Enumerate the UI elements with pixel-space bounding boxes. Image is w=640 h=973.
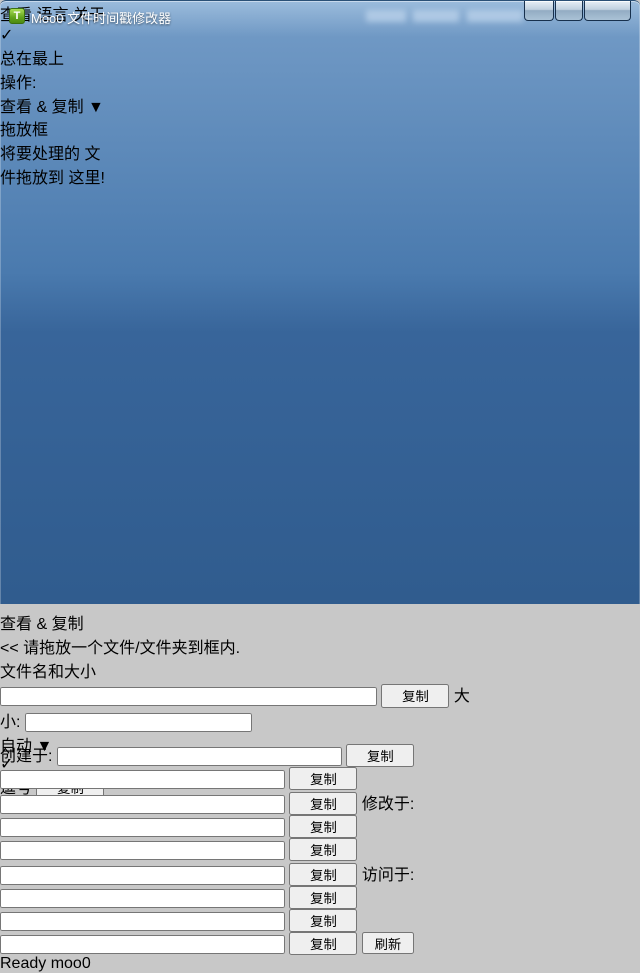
copy-modified-3-button[interactable]: 复制	[289, 863, 357, 886]
client-area: 查看 语言 关于 ✓ 总在最上 操作: 查看 & 复制 ▼ 拖放框 将要处理的 …	[0, 1, 640, 973]
refresh-button[interactable]: 刷新	[362, 932, 414, 954]
modified-section-label: 修改于:	[362, 796, 414, 813]
copy-created-2-button[interactable]: 复制	[289, 767, 357, 790]
created-input-2[interactable]	[0, 770, 285, 789]
copy-modified-2-button[interactable]: 复制	[289, 838, 357, 861]
modified-input-1[interactable]	[0, 818, 285, 837]
redacted-text	[366, 10, 406, 22]
copy-accessed-2-button[interactable]: 复制	[289, 909, 357, 932]
panel-instruction: << 请拖放一个文件/文件夹到框内.	[0, 634, 640, 658]
accessed-input-1[interactable]	[0, 889, 285, 908]
dropzone-group-label: 拖放框	[0, 122, 48, 139]
close-button[interactable]	[584, 1, 631, 21]
filename-size-group-label: 文件名和大小	[0, 664, 96, 681]
operation-value: 查看 & 复制	[0, 99, 84, 116]
operation-select[interactable]: 查看 & 复制 ▼	[0, 93, 470, 116]
maximize-button[interactable]	[555, 1, 583, 21]
created-input-1[interactable]	[57, 747, 342, 766]
minimize-button[interactable]	[524, 1, 554, 21]
created-input-3[interactable]	[0, 795, 285, 814]
titlebar[interactable]: T Moo0 文件时间戳修改器	[0, 1, 640, 31]
modified-input-2[interactable]	[0, 841, 285, 860]
filename-size-group: 文件名和大小 复制 大小: 自动 ▼ ✓ 逗号 复制	[0, 658, 477, 742]
app-window: T Moo0 文件时间戳修改器 查看 语言 关于 ✓ 总在最上 操作	[0, 0, 640, 604]
panel-heading: 查看 & 复制	[0, 610, 640, 634]
accessed-input-3[interactable]	[0, 935, 285, 954]
copy-filename-button[interactable]: 复制	[381, 684, 449, 708]
accessed-section-label: 访问于:	[362, 867, 414, 884]
copy-accessed-3-button[interactable]: 复制	[289, 932, 357, 955]
created-section-label: 创建于:	[0, 748, 52, 765]
main-panel: 查看 & 复制 << 请拖放一个文件/文件夹到框内. 文件名和大小 复制 大小:…	[0, 610, 640, 955]
copy-accessed-1-button[interactable]: 复制	[289, 886, 357, 909]
dropzone-hint: 将要处理的 文件拖放到 这里!	[0, 140, 107, 188]
accessed-input-2[interactable]	[0, 912, 285, 931]
window-controls	[524, 1, 631, 21]
dropzone-groupbox[interactable]: 拖放框 将要处理的 文件拖放到 这里!	[0, 116, 107, 610]
redacted-text	[413, 10, 459, 22]
moo0-link[interactable]: moo0	[51, 955, 91, 972]
copy-created-3-button[interactable]: 复制	[289, 792, 357, 815]
copy-created-1-button[interactable]: 复制	[346, 744, 414, 767]
filename-input[interactable]	[0, 687, 377, 706]
size-input[interactable]	[25, 713, 252, 732]
statusbar: Ready moo0	[0, 955, 640, 973]
window-title: Moo0 文件时间戳修改器	[31, 8, 171, 27]
modified-input-3[interactable]	[0, 866, 285, 885]
chevron-down-icon: ▼	[88, 99, 104, 116]
always-on-top-label: 总在最上	[0, 45, 640, 69]
copy-modified-1-button[interactable]: 复制	[289, 815, 357, 838]
status-text: Ready	[0, 955, 46, 972]
redacted-text	[467, 10, 523, 22]
app-icon: T	[9, 8, 25, 24]
operation-label: 操作:	[0, 69, 640, 93]
